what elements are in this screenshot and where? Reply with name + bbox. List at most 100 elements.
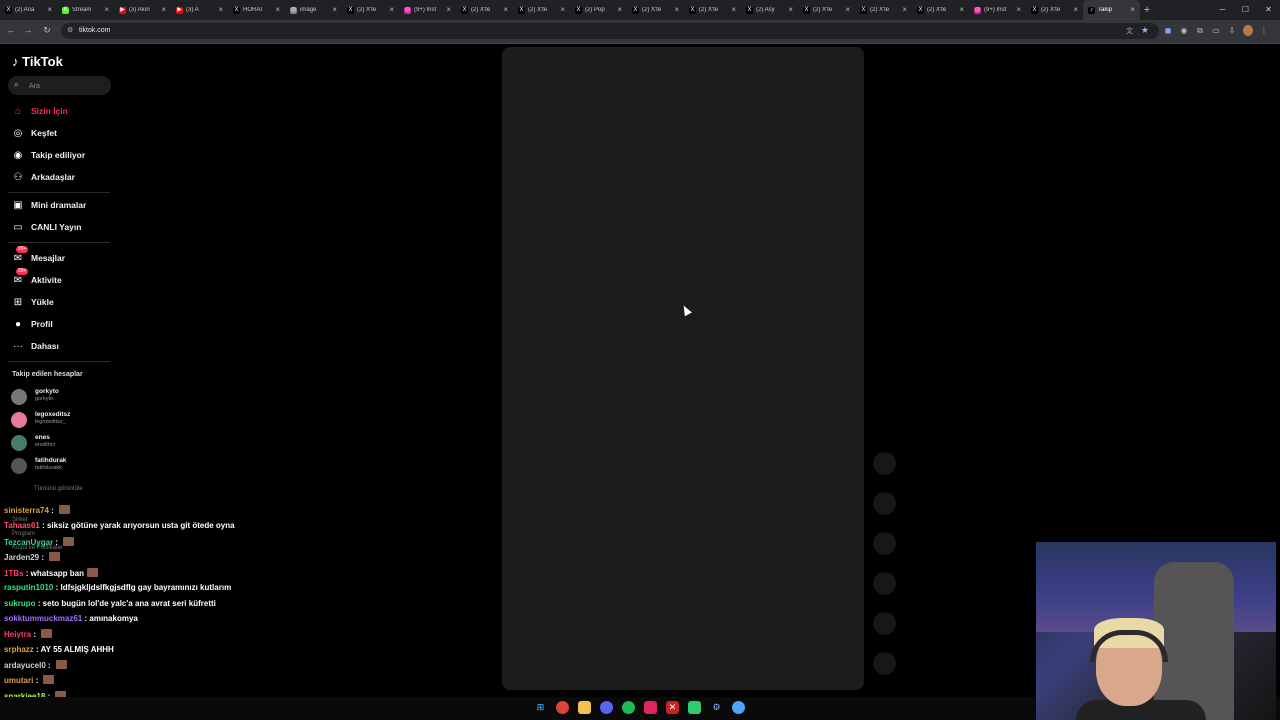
followed-account[interactable]: gorkyto gorkyto [11, 386, 111, 406]
sidebar-item-messages[interactable]: ✉ 99+ Mesajlar [8, 246, 110, 267]
tab-close-icon[interactable]: × [389, 5, 394, 14]
browser-tab[interactable]: X (2) X'te × [912, 0, 969, 20]
close-window-icon[interactable]: ✕ [1257, 0, 1280, 20]
app-icon[interactable] [732, 701, 745, 714]
sidebar-item-live[interactable]: ▭ CANLI Yayın [8, 218, 110, 236]
app-icon[interactable] [644, 701, 657, 714]
sidebar-item-following[interactable]: ◉ Takip ediliyor [8, 146, 110, 164]
extensions-puzzle-icon[interactable]: ⧉ [1195, 25, 1205, 36]
browser-tab[interactable]: ♪ Takip × [1083, 0, 1140, 20]
windows-start-icon[interactable]: ⊞ [534, 701, 547, 714]
tab-close-icon[interactable]: × [161, 5, 166, 14]
tab-close-icon[interactable]: × [104, 5, 109, 14]
browser-tab[interactable]: ▶ (3) A × [171, 0, 228, 20]
back-icon[interactable]: ← [5, 25, 17, 35]
site-info-icon[interactable]: ⚙ [67, 26, 73, 34]
translate-icon[interactable]: 文 [1126, 26, 1133, 36]
action-button[interactable] [873, 652, 896, 675]
followed-account[interactable]: fatihdurak fatihdurakk [11, 455, 111, 475]
browser-tab[interactable]: X (2) Asy × [741, 0, 798, 20]
tab-close-icon[interactable]: × [959, 5, 964, 14]
browser-tab[interactable]: X HORAI × [228, 0, 285, 20]
chat-username: sukrupo [4, 599, 36, 608]
browser-tab[interactable]: ◎ (9+) Inst × [969, 0, 1026, 20]
followed-account[interactable]: enes ensilthcr [11, 432, 111, 452]
sidebar-item-upload[interactable]: ⊞ Yükle [8, 293, 110, 311]
x-favicon-icon: X [347, 6, 354, 14]
tab-title: (9+) Inst [414, 7, 437, 13]
browser-tab[interactable]: X (2) X'te × [627, 0, 684, 20]
address-bar[interactable]: ⚙ tiktok.com 文 ★ [61, 23, 1159, 39]
browser-tab[interactable]: X (2) X'te × [855, 0, 912, 20]
sidebar-item-activity[interactable]: ✉ 99+ Aktivite [8, 268, 110, 289]
app-x-icon[interactable]: ✕ [666, 701, 679, 714]
tab-close-icon[interactable]: × [47, 5, 52, 14]
account-name: gorkyto [35, 388, 59, 395]
sidebar-item-more[interactable]: ··· Dahası [8, 337, 110, 355]
tab-close-icon[interactable]: × [1130, 5, 1135, 14]
tab-close-icon[interactable]: × [275, 5, 280, 14]
browser-tab[interactable]: ▶ (3) Akın × [114, 0, 171, 20]
account-handle: ensilthcr [35, 442, 56, 448]
discord-icon[interactable] [600, 701, 613, 714]
bookmark-star-icon[interactable]: ★ [1141, 25, 1149, 36]
sidebar-item-friends[interactable]: ⚇ Arkadaşlar [8, 168, 110, 186]
browser-tab[interactable]: X (2) X'te × [798, 0, 855, 20]
action-button[interactable] [873, 532, 896, 555]
reload-icon[interactable]: ↻ [41, 25, 53, 36]
video-player[interactable] [502, 47, 864, 690]
upload-icon: ⊞ [13, 296, 23, 308]
followed-account[interactable]: legoxeditsz legoxeditsz_ [11, 409, 111, 429]
minimize-icon[interactable]: ─ [1211, 0, 1234, 20]
forward-icon[interactable]: → [22, 25, 34, 35]
tab-close-icon[interactable]: × [731, 5, 736, 14]
download-icon[interactable]: ⇩ [1227, 25, 1237, 36]
browser-tab[interactable]: X (2) X'te × [684, 0, 741, 20]
tab-close-icon[interactable]: × [560, 5, 565, 14]
settings-icon[interactable]: ⚙ [710, 701, 723, 714]
side-panel-icon[interactable]: ▭ [1211, 25, 1221, 36]
app-icon[interactable] [688, 701, 701, 714]
browser-tab[interactable]: X (2) X'te × [456, 0, 513, 20]
tab-close-icon[interactable]: × [845, 5, 850, 14]
maximize-icon[interactable]: ☐ [1234, 0, 1257, 20]
tab-close-icon[interactable]: × [332, 5, 337, 14]
profile-avatar[interactable] [1243, 25, 1253, 36]
browser-tab[interactable]: X (2) Pop × [570, 0, 627, 20]
tab-close-icon[interactable]: × [674, 5, 679, 14]
search-box[interactable]: ⌕ [8, 76, 111, 95]
tab-close-icon[interactable]: × [617, 5, 622, 14]
tab-close-icon[interactable]: × [902, 5, 907, 14]
browser-tab[interactable]: X (2) X'te × [1026, 0, 1083, 20]
sidebar-item-drama[interactable]: ▣ Mini dramalar [8, 196, 110, 214]
tab-close-icon[interactable]: × [1016, 5, 1021, 14]
search-input[interactable] [27, 78, 111, 94]
browser-tab[interactable]: ◎ image × [285, 0, 342, 20]
sidebar-item-profile[interactable]: ● Profil [8, 315, 110, 333]
action-button[interactable] [873, 452, 896, 475]
file-explorer-icon[interactable] [578, 701, 591, 714]
tab-close-icon[interactable]: × [788, 5, 793, 14]
new-tab-icon[interactable]: + [1140, 0, 1154, 20]
tab-close-icon[interactable]: × [218, 5, 223, 14]
menu-dots-icon[interactable]: ⋮ [1259, 25, 1269, 36]
tab-close-icon[interactable]: × [503, 5, 508, 14]
browser-tab[interactable]: ◎ (9+) Inst × [399, 0, 456, 20]
x-favicon-icon: X [689, 6, 696, 14]
browser-tab[interactable]: X (2) X'te × [513, 0, 570, 20]
tab-close-icon[interactable]: × [1073, 5, 1078, 14]
spotify-icon[interactable] [622, 701, 635, 714]
tiktok-logo[interactable]: ♪ TikTok [12, 54, 63, 69]
action-button[interactable] [873, 492, 896, 515]
tab-close-icon[interactable]: × [446, 5, 451, 14]
browser-tab[interactable]: K Stream × [57, 0, 114, 20]
extension-icon[interactable]: ◉ [1179, 25, 1189, 36]
chrome-icon[interactable] [556, 701, 569, 714]
sidebar-item-home[interactable]: ⌂ Sizin İçin [8, 102, 110, 120]
action-button[interactable] [873, 572, 896, 595]
sidebar-item-compass[interactable]: ◎ Keşfet [8, 124, 110, 142]
action-button[interactable] [873, 612, 896, 635]
extension-icon[interactable]: ◼ [1163, 25, 1173, 36]
browser-tab[interactable]: X (2) Ana × [0, 0, 57, 20]
browser-tab[interactable]: X (2) X'te × [342, 0, 399, 20]
